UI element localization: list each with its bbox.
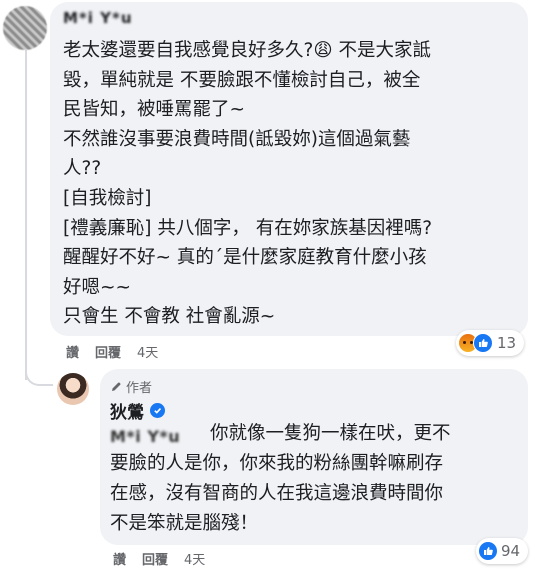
timestamp[interactable]: 4天 [184, 549, 205, 568]
comment-reactions[interactable]: 13 [456, 330, 525, 356]
timestamp[interactable]: 4天 [137, 342, 158, 361]
commenter-name[interactable]: M*i Y*u [63, 9, 133, 27]
author-avatar[interactable] [57, 373, 89, 405]
like-button[interactable]: 讚 [113, 549, 126, 568]
like-button[interactable]: 讚 [66, 342, 79, 361]
reply-text-content: 你就像一隻狗一樣在吠，更不 要臉的人是你，你來我的粉絲團幹嘛刷存 在感，沒有智商… [110, 423, 451, 534]
author-tag-label: 作者 [126, 381, 153, 396]
thread-connector [25, 360, 53, 386]
like-emoji-icon [479, 542, 497, 560]
reaction-count: 13 [497, 334, 517, 352]
comment-text: 老太婆還要自我感覺良好多久?😩 不是大家詆 毀，單純就是 不要臉跟不懂檢討自己，… [63, 40, 433, 328]
pencil-icon [112, 382, 121, 391]
author-badge: 作者 [110, 377, 152, 396]
comment-actions: 讚 回覆 4天 [66, 342, 158, 361]
like-emoji-icon [473, 333, 493, 353]
commenter-avatar[interactable] [3, 6, 47, 50]
comment-thread: M*i Y*u 老太婆還要自我感覺良好多久?😩 不是大家詆 毀，單純就是 不要臉… [0, 0, 542, 570]
reply-reactions[interactable]: 94 [476, 538, 529, 564]
verified-badge-icon [150, 403, 165, 418]
reply-button[interactable]: 回覆 [95, 342, 121, 361]
reaction-count: 94 [501, 542, 521, 560]
thread-line [25, 50, 27, 380]
reply-text: 你就像一隻狗一樣在吠，更不 要臉的人是你，你來我的粉絲團幹嘛刷存 在感，沒有智商… [110, 419, 520, 539]
reply-button[interactable]: 回覆 [142, 549, 168, 568]
reply-actions: 讚 回覆 4天 [113, 549, 205, 568]
